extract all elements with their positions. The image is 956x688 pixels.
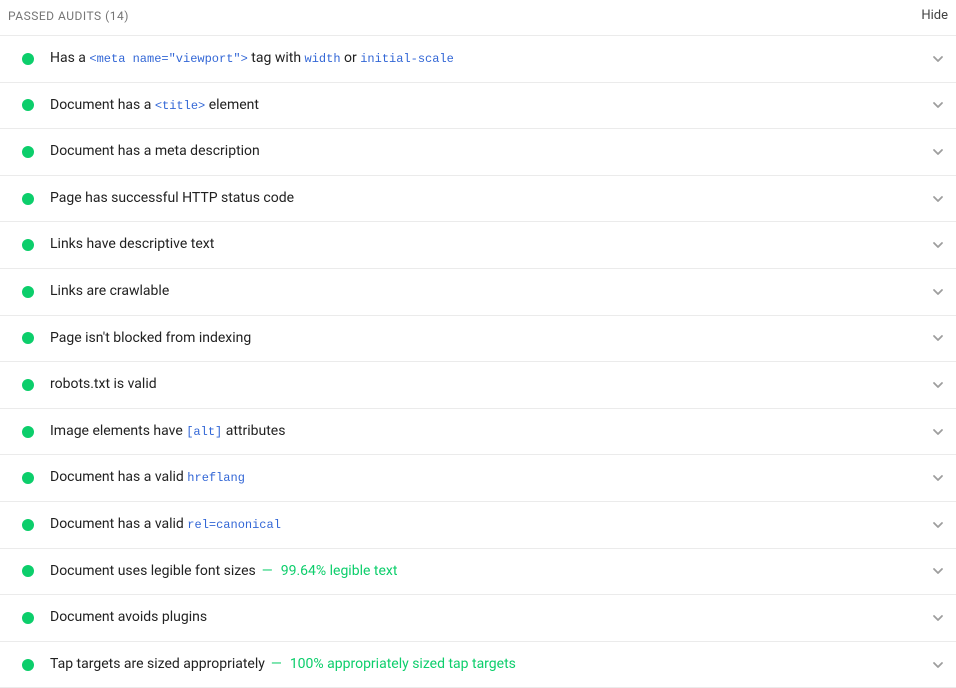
audit-row[interactable]: Document has a valid hreflang [0,455,956,502]
passed-audits-header: PASSED AUDITS (14) Hide [0,0,956,35]
passed-audits-title: PASSED AUDITS (14) [8,9,129,23]
audit-row[interactable]: Document has a meta description [0,129,956,176]
chevron-down-icon [932,193,944,205]
chevron-down-icon [932,519,944,531]
audit-row[interactable]: Image elements have [alt] attributes [0,409,956,456]
audit-row[interactable]: Links have descriptive text [0,222,956,269]
pass-status-icon [22,519,34,531]
audit-title: Has a <meta name="viewport"> tag with wi… [50,49,922,69]
chevron-down-icon [932,239,944,251]
audit-extra: 100% appropriately sized tap targets [290,656,516,672]
audit-row[interactable]: robots.txt is valid [0,362,956,409]
audit-row[interactable]: Document avoids plugins [0,595,956,642]
audit-row[interactable]: Document uses legible font sizes—99.64% … [0,549,956,596]
audit-extra: 99.64% legible text [281,563,398,579]
audit-title: Links are crawlable [50,282,922,302]
audit-row[interactable]: Document has a valid rel=canonical [0,502,956,549]
audit-title: Tap targets are sized appropriately—100%… [50,655,922,675]
pass-status-icon [22,99,34,111]
pass-status-icon [22,426,34,438]
chevron-down-icon [932,659,944,671]
audit-title: Links have descriptive text [50,235,922,255]
pass-status-icon [22,146,34,158]
pass-status-icon [22,332,34,344]
audit-title: Document has a meta description [50,142,922,162]
chevron-down-icon [932,99,944,111]
hide-button[interactable]: Hide [921,8,948,23]
pass-status-icon [22,239,34,251]
chevron-down-icon [932,612,944,624]
chevron-down-icon [932,426,944,438]
pass-status-icon [22,612,34,624]
audit-list: Has a <meta name="viewport"> tag with wi… [0,35,956,688]
audit-row[interactable]: Links are crawlable [0,269,956,316]
pass-status-icon [22,565,34,577]
audit-title: Document has a <title> element [50,96,922,116]
audit-row[interactable]: Tap targets are sized appropriately—100%… [0,642,956,688]
audit-row[interactable]: Document has a <title> element [0,83,956,130]
pass-status-icon [22,659,34,671]
audit-title: robots.txt is valid [50,375,922,395]
audit-row[interactable]: Page has successful HTTP status code [0,176,956,223]
chevron-down-icon [932,565,944,577]
audit-title: Page has successful HTTP status code [50,189,922,209]
chevron-down-icon [932,332,944,344]
chevron-down-icon [932,472,944,484]
audit-title: Page isn't blocked from indexing [50,329,922,349]
pass-status-icon [22,193,34,205]
audit-title: Document uses legible font sizes—99.64% … [50,562,922,582]
audit-row[interactable]: Page isn't blocked from indexing [0,316,956,363]
pass-status-icon [22,286,34,298]
audit-title: Image elements have [alt] attributes [50,422,922,442]
chevron-down-icon [932,286,944,298]
chevron-down-icon [932,53,944,65]
chevron-down-icon [932,146,944,158]
pass-status-icon [22,379,34,391]
pass-status-icon [22,472,34,484]
chevron-down-icon [932,379,944,391]
audit-title: Document has a valid rel=canonical [50,515,922,535]
audit-row[interactable]: Has a <meta name="viewport"> tag with wi… [0,36,956,83]
audit-title: Document has a valid hreflang [50,468,922,488]
pass-status-icon [22,53,34,65]
audit-title: Document avoids plugins [50,608,922,628]
